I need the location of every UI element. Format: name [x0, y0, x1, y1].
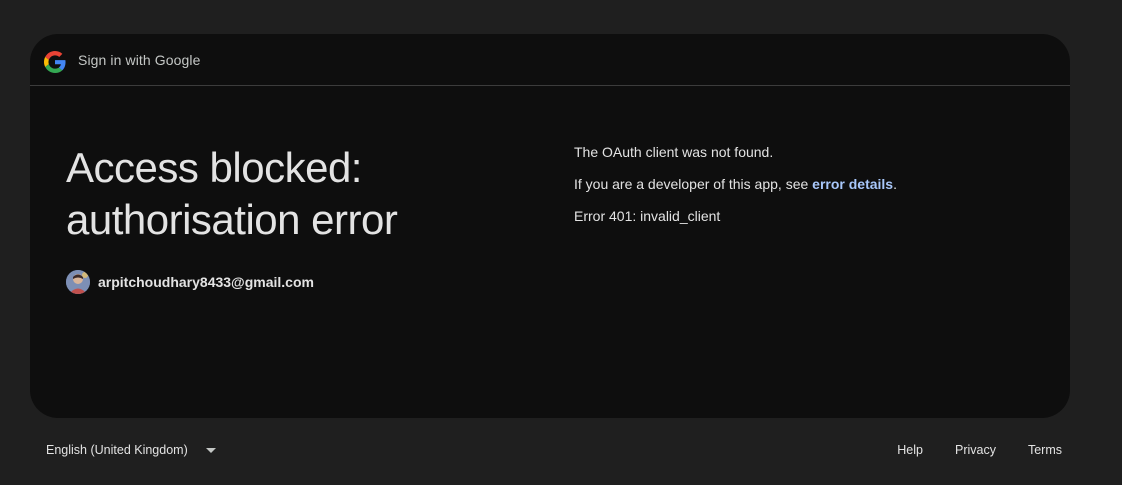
card-header: Sign in with Google — [30, 34, 1070, 86]
account-chip[interactable]: arpitchoudhary8433@gmail.com — [66, 270, 314, 294]
google-logo-icon — [44, 51, 66, 73]
page: Sign in with Google Access blocked: auth… — [0, 0, 1122, 485]
error-code: Error 401: invalid_client — [574, 208, 721, 224]
footer: English (United Kingdom) Help Privacy Te… — [0, 430, 1122, 470]
help-link[interactable]: Help — [889, 437, 931, 463]
error-message: The OAuth client was not found. — [574, 144, 774, 160]
terms-link[interactable]: Terms — [1020, 437, 1070, 463]
title-line-1: Access blocked: — [66, 144, 362, 191]
error-details-link[interactable]: error details — [812, 176, 893, 192]
title-line-2: authorisation error — [66, 196, 398, 243]
account-email: arpitchoudhary8433@gmail.com — [98, 274, 314, 290]
footer-links: Help Privacy Terms — [873, 436, 1070, 464]
caret-down-icon — [205, 447, 216, 453]
developer-message: If you are a developer of this app, see … — [574, 176, 897, 192]
language-label: English (United Kingdom) — [46, 443, 188, 457]
avatar-image-icon — [66, 270, 90, 294]
page-title: Access blocked: authorisation error — [66, 142, 506, 246]
privacy-link[interactable]: Privacy — [947, 437, 1004, 463]
language-selector[interactable]: English (United Kingdom) — [36, 436, 226, 464]
developer-message-prefix: If you are a developer of this app, see — [574, 176, 813, 192]
header-brand-text: Sign in with Google — [78, 52, 201, 68]
developer-message-suffix: . — [893, 176, 897, 192]
avatar — [66, 270, 90, 294]
signin-card: Sign in with Google Access blocked: auth… — [30, 34, 1070, 418]
